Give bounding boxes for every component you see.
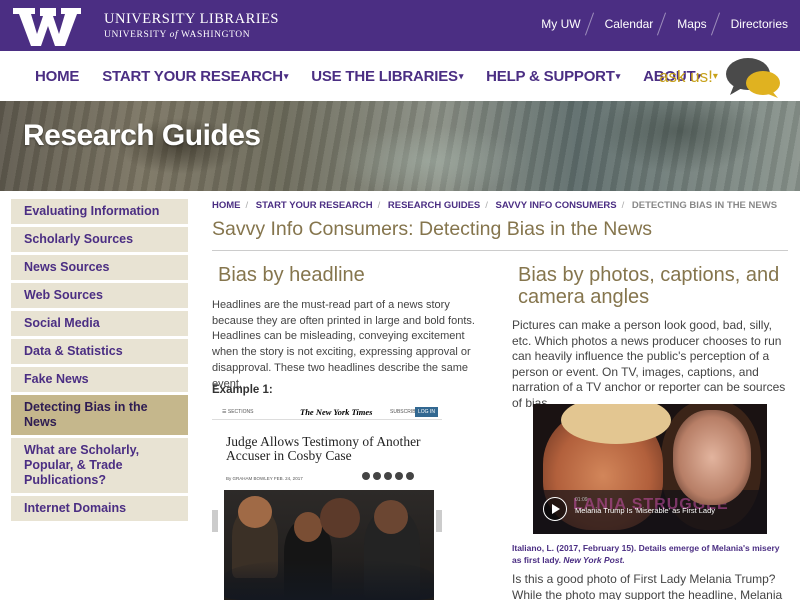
nav-help-support[interactable]: HELP & SUPPORT▾: [486, 68, 620, 85]
email-icon: [384, 472, 392, 480]
page-title: Savvy Info Consumers: Detecting Bias in …: [212, 218, 653, 240]
nyt-sections: ☰ SECTIONS: [222, 409, 254, 415]
sidebar-item-scholarly-sources[interactable]: Scholarly Sources: [11, 227, 188, 252]
sidebar-item-detecting-bias[interactable]: Detecting Bias in the News: [11, 395, 188, 435]
example-label: Example 1:: [212, 384, 273, 396]
sidebar-item-social-media[interactable]: Social Media: [11, 311, 188, 336]
toplink-my-uw[interactable]: My UW: [529, 17, 592, 31]
twitter-icon: [373, 472, 381, 480]
ask-us-button[interactable]: ask us!▾: [659, 67, 718, 87]
video-time: 01:09: [575, 497, 588, 503]
chevron-down-icon: ▾: [283, 71, 289, 81]
banner-title: Research Guides: [23, 119, 261, 152]
bias-by-headline-text: Headlines are the must-read part of a ne…: [212, 299, 475, 390]
play-icon[interactable]: [543, 497, 567, 521]
sidebar-item-web-sources[interactable]: Web Sources: [11, 283, 188, 308]
nyt-article-photo: [224, 490, 434, 600]
toplink-maps[interactable]: Maps: [665, 17, 718, 31]
share-icon: [395, 472, 403, 480]
bias-by-photos-heading: Bias by photos, captions, and camera ang…: [518, 264, 780, 308]
toplink-calendar[interactable]: Calendar: [593, 17, 666, 31]
nyt-masthead: ☰ SECTIONS The New York Times SUBSCRIBE …: [212, 404, 442, 420]
sidebar-item-data-statistics[interactable]: Data & Statistics: [11, 339, 188, 364]
bookmark-icon: [406, 472, 414, 480]
guide-sidebar: Evaluating Information Scholarly Sources…: [11, 199, 188, 524]
nyt-logo: The New York Times: [300, 407, 373, 417]
chevron-down-icon: ▾: [712, 71, 718, 82]
title-divider: [212, 250, 788, 251]
sidebar-item-evaluating-information[interactable]: Evaluating Information: [11, 199, 188, 224]
photo-question-text: Is this a good photo of First Lady Melan…: [512, 572, 783, 600]
chat-bubbles-icon[interactable]: [724, 57, 782, 99]
sidebar-item-publication-types[interactable]: What are Scholarly, Popular, & Trade Pub…: [11, 438, 188, 493]
top-links: My UW Calendar Maps Directories: [529, 0, 800, 47]
toplink-directories[interactable]: Directories: [719, 17, 800, 31]
nyt-login: LOG IN: [415, 407, 438, 417]
slider-next-arrow[interactable]: [436, 510, 442, 532]
bias-by-photos-text: Pictures can make a person look good, ba…: [512, 318, 786, 410]
sidebar-item-internet-domains[interactable]: Internet Domains: [11, 496, 188, 521]
breadcrumb-home[interactable]: HOME: [212, 200, 241, 211]
brand-title: UNIVERSITY LIBRARIES: [104, 11, 280, 27]
video-citation[interactable]: Italiano, L. (2017, February 15). Detail…: [512, 542, 788, 566]
bias-by-headline-heading: Bias by headline: [218, 264, 365, 286]
breadcrumb-current: DETECTING BIAS IN THE NEWS: [631, 200, 778, 211]
nav-use-the-libraries[interactable]: USE THE LIBRARIES▾: [311, 68, 463, 85]
video-caption: Melania Trump Is 'Miserable' as First La…: [575, 506, 715, 515]
sidebar-item-news-sources[interactable]: News Sources: [11, 255, 188, 280]
news-video-player[interactable]: LANIA STRUGGLE 01:09 Melania Trump Is 'M…: [533, 404, 767, 534]
university-libraries-brand[interactable]: UNIVERSITY LIBRARIES UNIVERSITY of WASHI…: [104, 11, 279, 40]
sidebar-item-fake-news[interactable]: Fake News: [11, 367, 188, 392]
breadcrumb-start-your-research[interactable]: START YOUR RESEARCH: [256, 200, 373, 211]
chevron-down-icon: ▾: [458, 71, 464, 81]
nyt-byline: By GRAHAM BOWLEY FEB. 24, 2017: [226, 476, 303, 481]
breadcrumb: HOME / START YOUR RESEARCH / RESEARCH GUID…: [212, 200, 778, 211]
share-icons: [362, 472, 414, 480]
nav-home[interactable]: HOME: [35, 68, 79, 85]
breadcrumb-research-guides[interactable]: RESEARCH GUIDES: [388, 200, 480, 211]
nyt-article-screenshot: ☰ SECTIONS The New York Times SUBSCRIBE …: [212, 404, 442, 600]
nyt-headline: Judge Allows Testimony of Another Accuse…: [226, 434, 421, 463]
research-guides-banner: Research Guides: [0, 101, 800, 191]
uw-w-logo[interactable]: [11, 4, 83, 48]
chevron-down-icon: ▾: [615, 71, 621, 81]
top-header-bar: UNIVERSITY LIBRARIES UNIVERSITY of WASHI…: [0, 0, 800, 51]
breadcrumb-savvy-info-consumers[interactable]: SAVVY INFO CONSUMERS: [496, 200, 617, 211]
brand-subtitle: UNIVERSITY of WASHINGTON: [104, 30, 251, 40]
nav-start-your-research[interactable]: START YOUR RESEARCH▾: [102, 68, 288, 85]
slider-prev-arrow[interactable]: [212, 510, 218, 532]
facebook-icon: [362, 472, 370, 480]
